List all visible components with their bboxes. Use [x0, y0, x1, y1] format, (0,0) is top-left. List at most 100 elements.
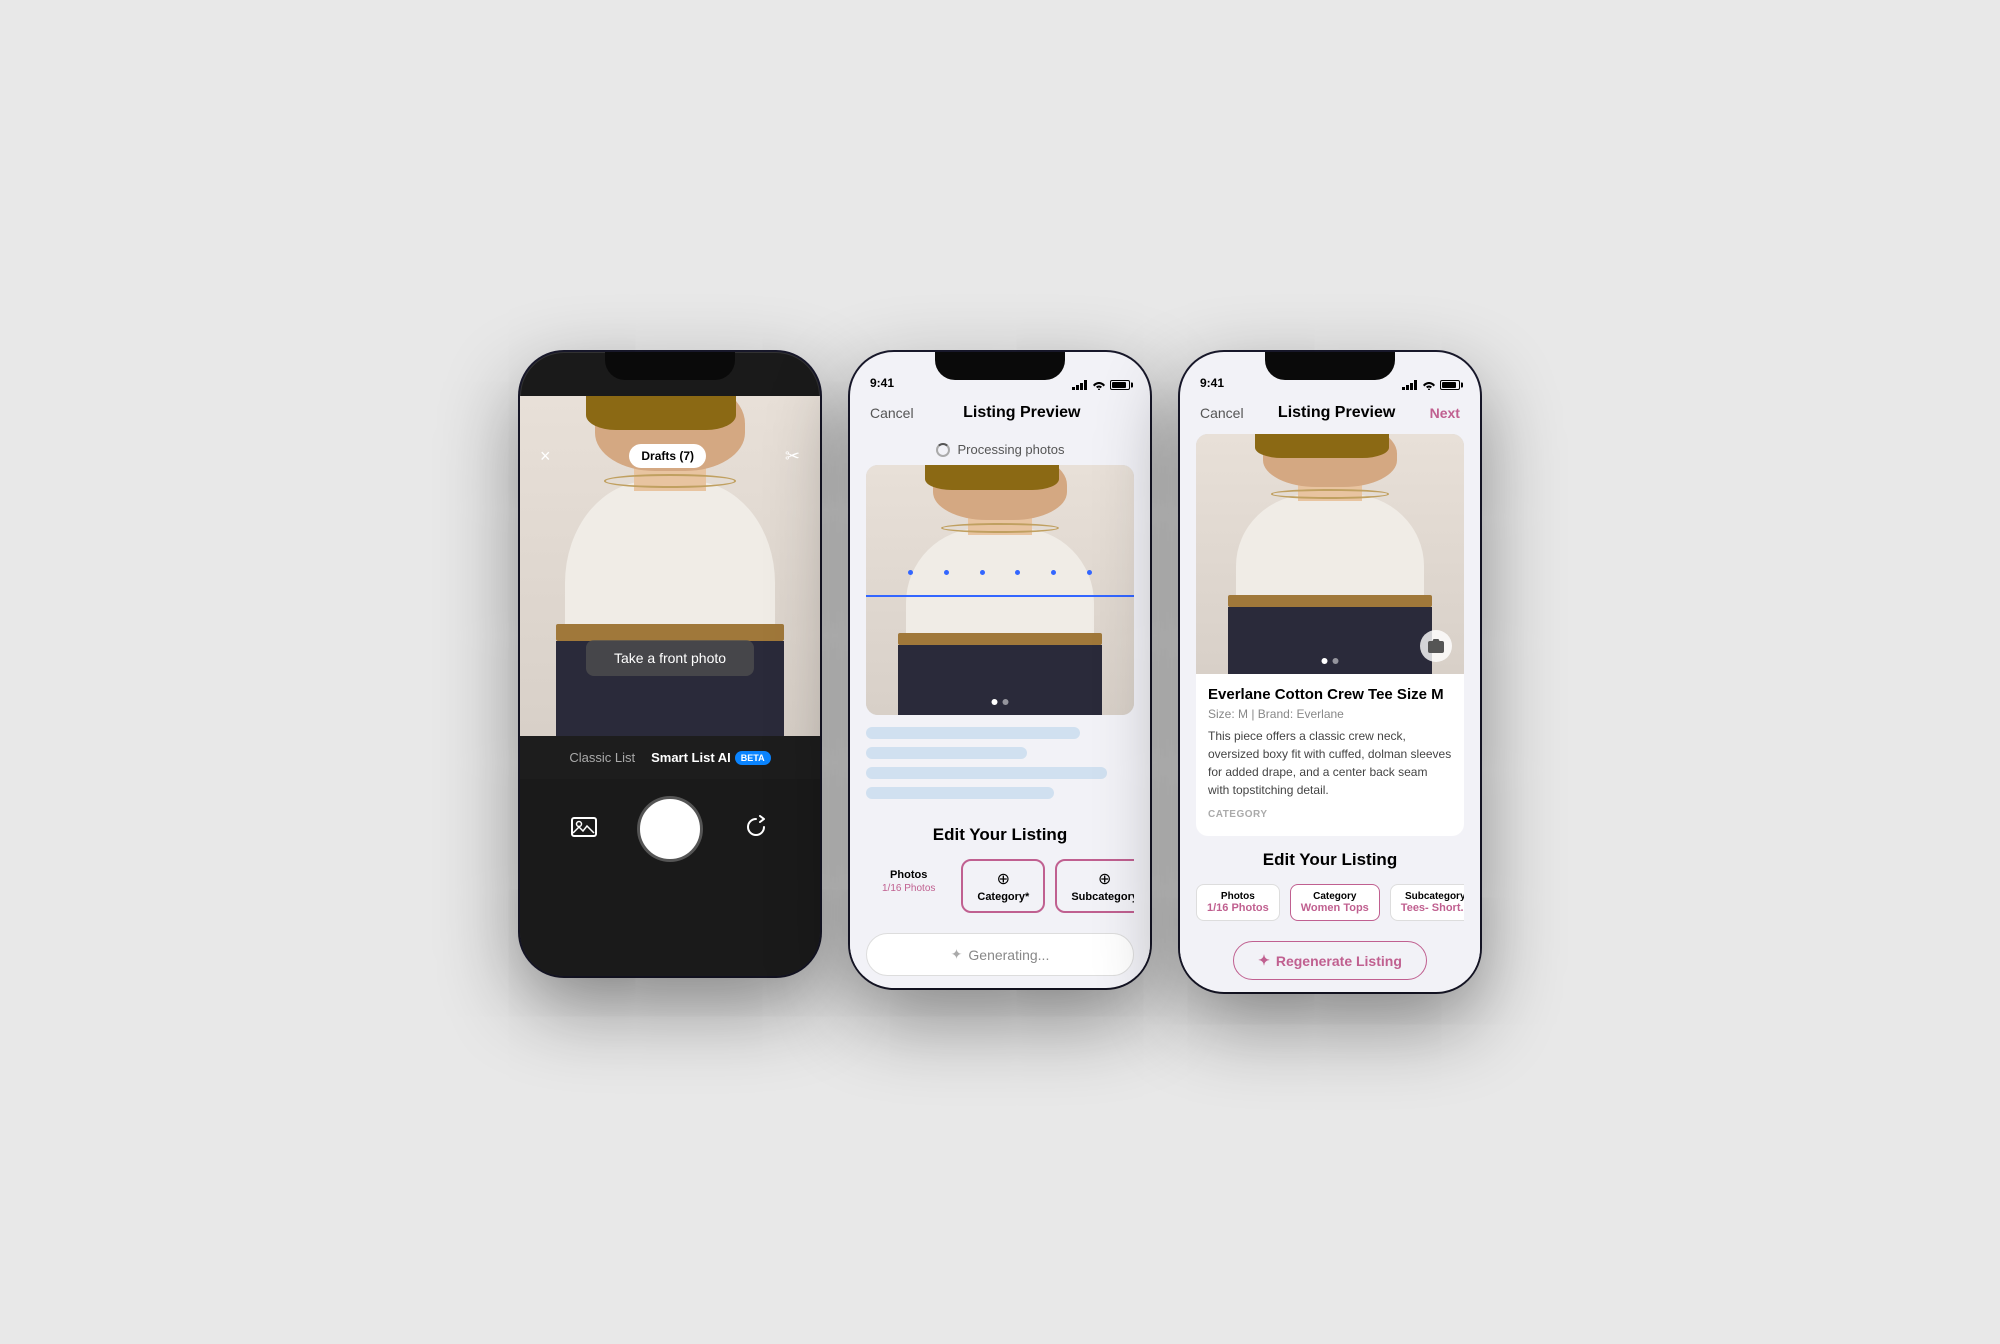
subcategory-plus-icon: ⊕ — [1071, 869, 1134, 889]
skeleton-line-3 — [866, 767, 1107, 779]
scissors-icon: ✂ — [785, 446, 800, 466]
phones-container: × Drafts (7) ✂ Take — [520, 352, 1480, 992]
edit-tabs-2: Photos 1/16 Photos ⊕ Category* — [866, 859, 1134, 913]
tab-category-value-3: Women Tops — [1301, 902, 1369, 914]
regenerate-label: Regenerate Listing — [1276, 953, 1402, 969]
scan-dot-4 — [1015, 570, 1020, 575]
status-icons-2 — [1072, 380, 1130, 390]
phone-3: 9:41 Cancel Listing Preview — [1180, 352, 1480, 992]
classic-list-label: Classic List — [569, 750, 635, 765]
tab-photos-inner-3: Photos 1/16 Photos — [1196, 884, 1280, 921]
tab-category-label-3: Category — [1301, 891, 1369, 902]
edit-listing-section-3: Edit Your Listing Photos 1/16 Photos Cat… — [1180, 836, 1480, 929]
skeleton-line-2 — [866, 747, 1027, 759]
tab-category-2[interactable]: ⊕ Category* — [961, 859, 1045, 913]
scan-dot-6 — [1087, 570, 1092, 575]
skeleton-line-1 — [866, 727, 1080, 739]
category-section-label: CATEGORY — [1208, 809, 1452, 820]
tab-subcategory-inner-3: Subcategory Tees- Short... — [1390, 884, 1464, 921]
nav-header-2: Cancel Listing Preview — [850, 396, 1150, 434]
carousel-dot-1 — [992, 699, 998, 705]
necklace-layer — [604, 474, 736, 488]
tab-subcategory-value-3: Tees- Short... — [1401, 902, 1464, 914]
tab-category-inner-2: ⊕ Category* — [961, 859, 1045, 913]
status-time-3: 9:41 — [1200, 376, 1224, 390]
listing-photo-3 — [1196, 434, 1464, 674]
hair-layer-2 — [925, 465, 1059, 490]
necklace-layer-2 — [941, 523, 1059, 533]
camera-edit-icon[interactable] — [1420, 630, 1452, 662]
close-icon: × — [540, 446, 551, 466]
carousel-dots-3 — [1322, 658, 1339, 664]
listing-preview-title-2: Listing Preview — [963, 404, 1080, 422]
battery-icon-3 — [1440, 380, 1460, 390]
carousel-dots-2 — [992, 699, 1009, 705]
belt-layer-2 — [898, 633, 1102, 646]
listing-meta: Size: M | Brand: Everlane — [1208, 707, 1452, 721]
edit-listing-section-2: Edit Your Listing Photos 1/16 Photos ⊕ C… — [850, 811, 1150, 921]
carousel-dot-2 — [1003, 699, 1009, 705]
tab-photos-inner-2: Photos 1/16 Photos — [866, 859, 951, 904]
shutter-button[interactable] — [640, 799, 700, 859]
scan-dot-1 — [908, 570, 913, 575]
generating-label: Generating... — [968, 947, 1049, 963]
belt-layer — [556, 624, 784, 641]
belt-layer-3 — [1228, 595, 1432, 607]
regenerate-listing-button[interactable]: ✦ Regenerate Listing — [1233, 941, 1427, 980]
tab-category-3[interactable]: Category Women Tops — [1290, 884, 1380, 921]
tab-subcategory-label-3: Subcategory — [1401, 891, 1464, 902]
cancel-button-2[interactable]: Cancel — [870, 405, 914, 421]
tab-subcategory-2[interactable]: ⊕ Subcategory — [1055, 859, 1134, 913]
nav-header-3: Cancel Listing Preview Next — [1180, 396, 1480, 434]
close-button[interactable]: × — [540, 446, 551, 467]
phone-1: × Drafts (7) ✂ Take — [520, 352, 820, 976]
cancel-button-3[interactable]: Cancel — [1200, 405, 1244, 421]
scan-dots — [893, 570, 1107, 575]
notch-2 — [935, 352, 1065, 380]
regenerate-button-area: ✦ Regenerate Listing — [1196, 941, 1464, 980]
tab-subcategory-3[interactable]: Subcategory Tees- Short... — [1390, 884, 1464, 921]
notch-3 — [1265, 352, 1395, 380]
skeleton-loading — [866, 727, 1134, 799]
tab-photos-3[interactable]: Photos 1/16 Photos — [1196, 884, 1280, 921]
tab-photos-sublabel-2: 1/16 Photos — [882, 883, 935, 894]
tab-photos-label-2: Photos — [882, 869, 935, 881]
carousel-dot-3-2 — [1333, 658, 1339, 664]
tab-category-label-2: Category* — [977, 891, 1029, 903]
scan-dot-3 — [980, 570, 985, 575]
edit-listing-title-3: Edit Your Listing — [1196, 850, 1464, 870]
next-button-3[interactable]: Next — [1430, 405, 1460, 421]
photo-simulation-2 — [866, 465, 1134, 715]
tab-subcategory-label-2: Subcategory — [1071, 891, 1134, 903]
skeleton-line-4 — [866, 787, 1054, 799]
tab-photos-label-3: Photos — [1207, 891, 1269, 902]
listing-preview-title-3: Listing Preview — [1278, 404, 1395, 422]
listing-title: Everlane Cotton Crew Tee Size M — [1208, 686, 1452, 703]
smart-list-badge[interactable]: Smart List AI BETA — [651, 750, 771, 765]
listing-result-screen: Cancel Listing Preview Next — [1180, 396, 1480, 980]
edit-listing-title-2: Edit Your Listing — [866, 825, 1134, 845]
loading-spinner — [936, 443, 950, 457]
processing-banner: Processing photos — [850, 434, 1150, 465]
drafts-badge[interactable]: Drafts (7) — [629, 444, 706, 468]
tab-photos-value-3: 1/16 Photos — [1207, 902, 1269, 914]
smart-list-text: Smart List AI — [651, 750, 731, 765]
camera-header: × Drafts (7) ✂ — [520, 396, 820, 476]
camera-screen: × Drafts (7) ✂ Take — [520, 396, 820, 976]
beta-badge: BETA — [735, 751, 771, 765]
gallery-icon[interactable] — [571, 815, 597, 843]
listing-photo-2 — [866, 465, 1134, 715]
flip-camera-icon[interactable] — [743, 815, 769, 843]
tab-photos-2[interactable]: Photos 1/16 Photos — [866, 859, 951, 913]
necklace-layer-3 — [1271, 489, 1389, 499]
mode-selector-bar: Classic List Smart List AI BETA — [520, 736, 820, 779]
edit-icon-button[interactable]: ✂ — [785, 446, 800, 467]
scan-dot-5 — [1051, 570, 1056, 575]
tab-category-inner-3: Category Women Tops — [1290, 884, 1380, 921]
processing-label: Processing photos — [958, 442, 1065, 457]
phone-2: 9:41 Cancel Listing Preview — [850, 352, 1150, 988]
edit-tabs-3: Photos 1/16 Photos Category Women Tops — [1196, 884, 1464, 921]
listing-description: This piece offers a classic crew neck, o… — [1208, 727, 1452, 799]
camera-controls — [520, 779, 820, 889]
battery-icon-2 — [1110, 380, 1130, 390]
